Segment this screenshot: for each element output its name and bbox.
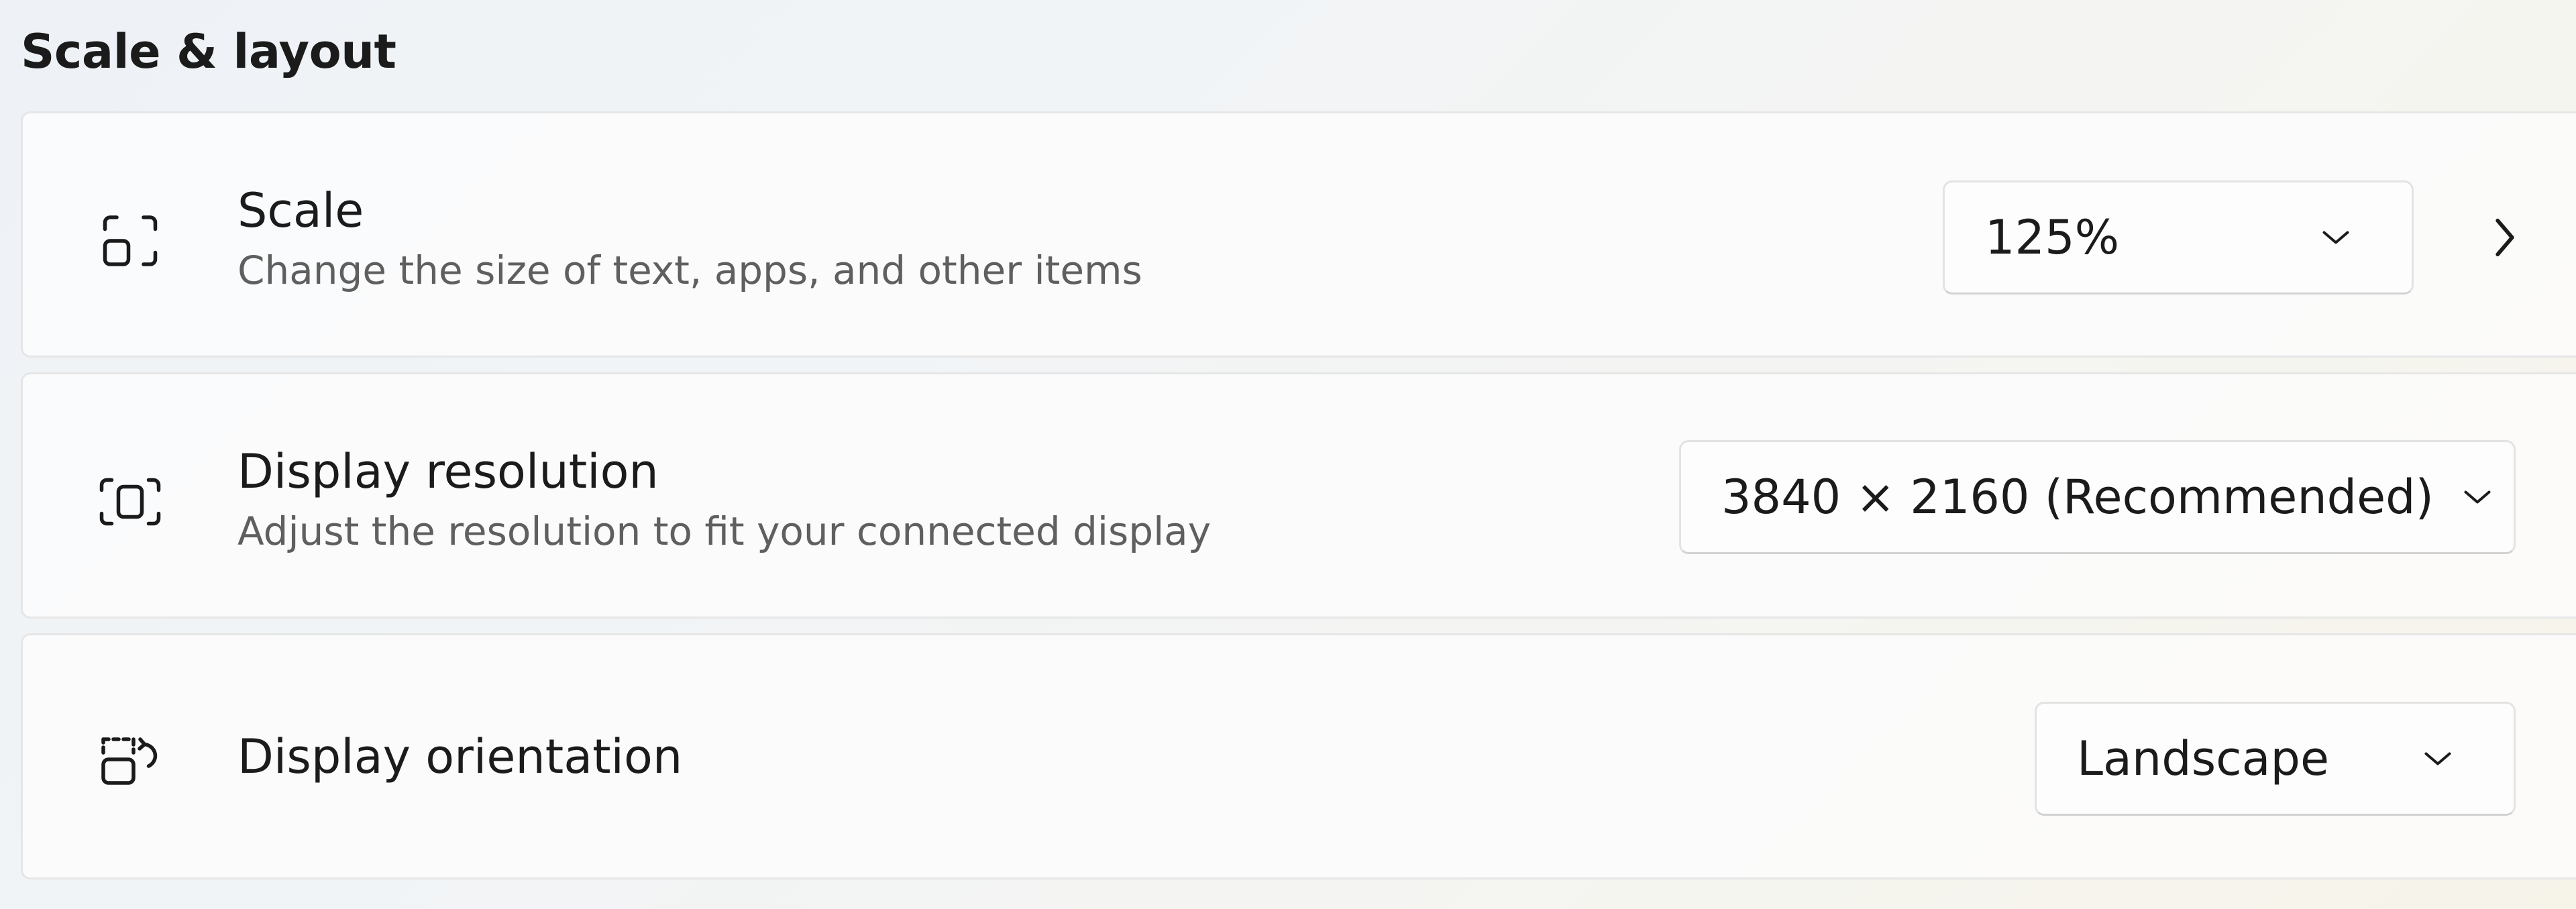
resolution-description: Adjust the resolution to fit your connec… [237,509,1212,554]
scale-selected-value: 125% [1985,210,2120,265]
scale-title: Scale [237,183,364,238]
scale-advanced-chevron-right-icon[interactable] [2471,207,2538,268]
chevron-down-icon [2424,752,2451,765]
scale-description: Change the size of text, apps, and other… [237,248,1142,293]
scale-dropdown[interactable]: 125% [1943,180,2414,295]
section-title: Scale & layout [21,24,396,79]
scale-setting-card[interactable]: Scale Change the size of text, apps, and… [21,111,2576,358]
orientation-selected-value: Landscape [2077,731,2330,786]
resolution-dropdown[interactable]: 3840 × 2160 (Recommended) [1679,440,2516,554]
resolution-setting-card[interactable]: Display resolution Adjust the resolution… [21,372,2576,619]
chevron-down-icon [2322,231,2349,244]
chevron-down-icon [2464,490,2491,504]
resolution-text-group: Display resolution Adjust the resolution… [237,441,1211,561]
scale-icon [90,201,170,281]
resolution-title: Display resolution [237,444,659,499]
resolution-selected-value: 3840 × 2160 (Recommended) [1721,470,2434,525]
resolution-icon [90,462,170,542]
scale-text-group: Scale Change the size of text, apps, and… [237,180,1142,300]
orientation-dropdown[interactable]: Landscape [2035,702,2516,816]
orientation-title: Display orientation [237,729,683,784]
orientation-icon [90,723,170,803]
orientation-text-group: Display orientation [237,635,682,877]
orientation-setting-card[interactable]: Display orientation Landscape [21,633,2576,879]
